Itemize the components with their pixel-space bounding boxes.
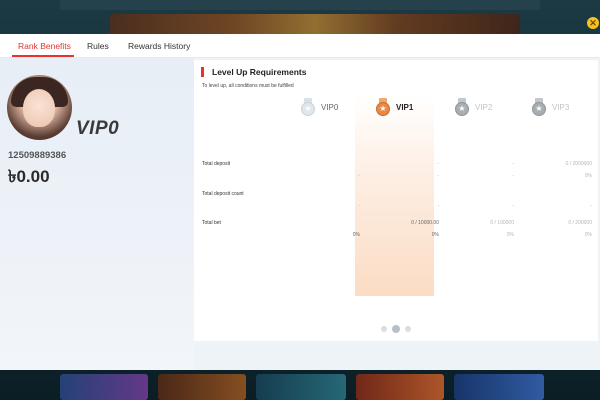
vip-level-label: VIP0: [76, 118, 120, 139]
silver-medal-icon: ★: [454, 98, 470, 118]
cell-value: 0 / 10000.00: [411, 220, 439, 226]
cell-value: -: [590, 203, 592, 209]
cell-value: -: [358, 203, 360, 209]
level-name: VIP1: [396, 103, 414, 112]
cell-value: -: [512, 161, 514, 167]
cell-value: -: [512, 203, 514, 209]
section-marker: [201, 67, 204, 77]
cell-percent: 0%: [431, 232, 439, 238]
bronze-medal-icon: ★: [375, 98, 391, 118]
cell-percent: 0%: [584, 173, 592, 179]
cell-percent: -: [358, 173, 360, 179]
panel-title: Level Up Requirements: [212, 67, 307, 77]
cell-value: -: [437, 161, 439, 167]
profile-card: VIP0 12509889386 ৳0.00: [0, 58, 194, 370]
cell-value: 0 / 2000000: [565, 161, 592, 167]
background-game-tile: [158, 374, 246, 400]
cell-percent: 0%: [506, 232, 514, 238]
row-label-total-deposit-count: Total deposit count: [202, 191, 244, 197]
tab-rules[interactable]: Rules: [87, 41, 109, 51]
background-header: [60, 0, 540, 10]
avatar: [7, 75, 72, 140]
pagination-dot[interactable]: [381, 326, 387, 332]
tab-rank-benefits[interactable]: Rank Benefits: [18, 41, 71, 51]
avatar-face: [23, 89, 55, 127]
tab-bar: Rank Benefits Rules Rewards History: [0, 34, 600, 58]
vip1-highlight-column: [355, 96, 434, 296]
background-game-tile: [356, 374, 444, 400]
carousel-pagination: [381, 325, 411, 333]
level-name: VIP2: [475, 103, 493, 112]
vip-modal: Rank Benefits Rules Rewards History VIP0…: [0, 34, 600, 370]
cell-value: 0 / 200000: [568, 220, 592, 226]
background-game-tile: [256, 374, 346, 400]
row-label-total-deposit: Total deposit: [202, 161, 231, 167]
cell-value: -: [437, 203, 439, 209]
row-label-total-bet: Total bet: [202, 220, 221, 226]
requirements-note: To level up, all conditions must be fulf…: [202, 83, 294, 89]
silver-medal-icon: ★: [531, 98, 547, 118]
cell-percent: -: [512, 173, 514, 179]
pagination-dot[interactable]: [405, 326, 411, 332]
tab-rewards-history[interactable]: Rewards History: [128, 41, 190, 51]
cell-percent: -: [437, 173, 439, 179]
active-tab-indicator: [12, 55, 74, 57]
close-icon: ✕: [589, 18, 597, 28]
background-game-tile: [60, 374, 148, 400]
level-name: VIP0: [321, 103, 339, 112]
close-button[interactable]: ✕: [587, 17, 599, 29]
background-game-tile: [454, 374, 544, 400]
balance-amount: ৳0.00: [8, 167, 50, 186]
pagination-dot-active[interactable]: [392, 325, 400, 333]
level-name: VIP3: [552, 103, 570, 112]
cell-value: 0 / 100000: [490, 220, 514, 226]
cell-percent: 0%: [352, 232, 360, 238]
silver-medal-icon: ★: [300, 98, 316, 118]
cell-percent: 0%: [584, 232, 592, 238]
level-up-requirements-panel: Level Up Requirements To level up, all c…: [194, 60, 598, 341]
user-id: 12509889386: [8, 150, 67, 161]
